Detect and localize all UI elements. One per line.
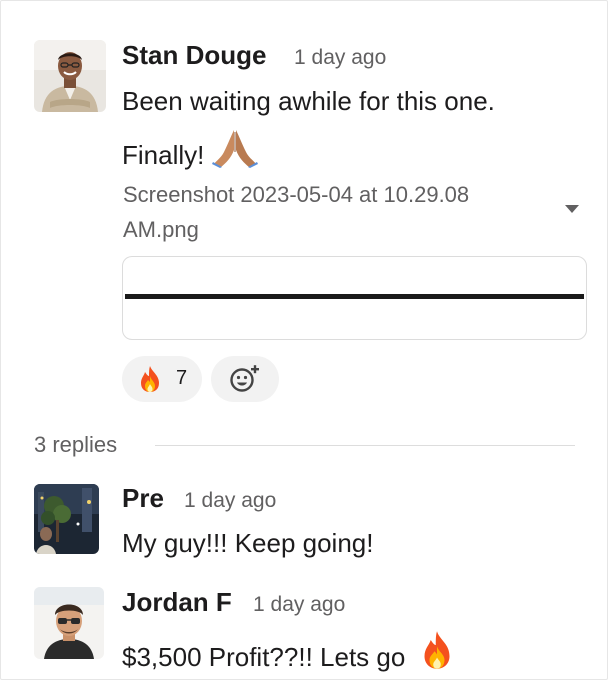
add-reaction-button[interactable] [211, 356, 279, 402]
message-text-line-2: Finally! [122, 128, 258, 175]
avatar-pre[interactable] [34, 484, 99, 554]
reaction-fire[interactable]: 7 [122, 356, 202, 402]
message-timestamp[interactable]: 1 day ago [294, 46, 386, 70]
reply-text-line: $3,500 Profit??!! Lets go [122, 630, 455, 677]
attachment-image-preview[interactable] [122, 256, 587, 340]
replies-count-link[interactable]: 3 replies [34, 432, 117, 458]
reply-timestamp[interactable]: 1 day ago [184, 489, 276, 513]
avatar-jordan-f[interactable] [34, 587, 104, 659]
reply-author-name[interactable]: Jordan F [122, 587, 232, 618]
reaction-count: 7 [176, 367, 188, 389]
caret-down-icon[interactable] [565, 205, 579, 213]
reply-text: My guy!!! Keep going! [122, 528, 374, 558]
fire-icon [419, 630, 455, 677]
author-name[interactable]: Stan Douge [122, 40, 266, 71]
message-text-line-1: Been waiting awhile for this one. [122, 86, 495, 116]
reply-timestamp[interactable]: 1 day ago [253, 593, 345, 617]
fire-icon [136, 365, 164, 398]
attachment-filename[interactable]: Screenshot 2023-05-04 at 10.29.08 AM.png [123, 177, 543, 247]
reply-author-name[interactable]: Pre [122, 483, 164, 514]
message-text-finally: Finally! [122, 140, 205, 170]
replies-divider [155, 445, 575, 446]
image-preview-content [125, 294, 584, 299]
add-reaction-icon [230, 365, 259, 392]
avatar-stan-douge[interactable] [34, 40, 106, 112]
reply-text: $3,500 Profit??!! Lets go [122, 642, 406, 672]
folded-hands-icon [211, 128, 258, 175]
